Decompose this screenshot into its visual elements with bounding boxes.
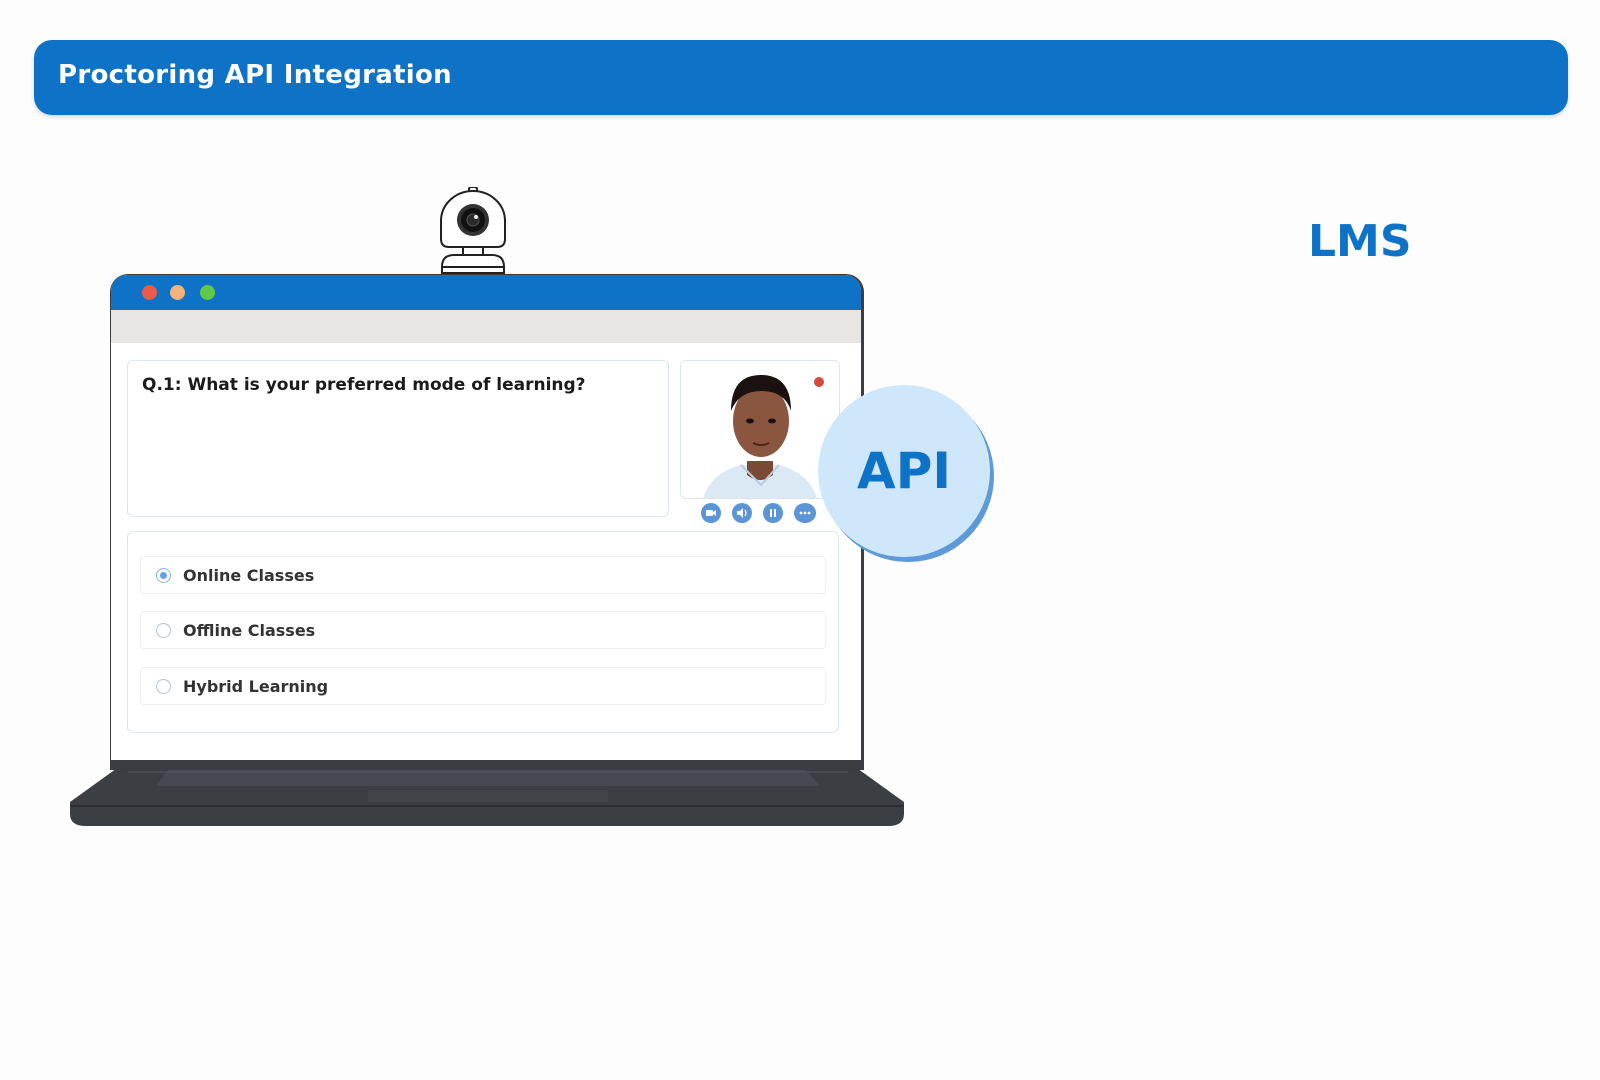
lms-label: LMS <box>1308 216 1412 267</box>
radio-hybrid-learning[interactable] <box>156 679 171 694</box>
option-label: Offline Classes <box>183 621 316 640</box>
page-title: Proctoring API Integration <box>58 60 452 90</box>
close-window-button[interactable] <box>142 285 157 300</box>
speaker-icon[interactable] <box>732 503 752 523</box>
webcam-icon <box>440 187 506 274</box>
option-online-classes[interactable]: Online Classes <box>140 556 826 594</box>
window-titlebar <box>111 275 861 310</box>
question-card: Q.1: What is your preferred mode of lear… <box>127 360 669 517</box>
laptop-base <box>70 766 904 826</box>
radio-offline-classes[interactable] <box>156 623 171 638</box>
radio-online-classes[interactable] <box>156 568 171 583</box>
api-label: API <box>857 442 951 500</box>
api-badge: API <box>816 383 996 563</box>
option-offline-classes[interactable]: Offline Classes <box>140 611 826 649</box>
pause-icon[interactable] <box>763 503 783 523</box>
option-label: Hybrid Learning <box>183 677 329 696</box>
chat-icon[interactable] <box>794 503 816 523</box>
browser-window: Q.1: What is your preferred mode of lear… <box>111 275 861 760</box>
option-hybrid-learning[interactable]: Hybrid Learning <box>140 667 826 705</box>
option-label: Online Classes <box>183 566 315 585</box>
question-text: Q.1: What is your preferred mode of lear… <box>142 375 586 395</box>
maximize-window-button[interactable] <box>200 285 215 300</box>
video-camera-icon[interactable] <box>701 503 721 523</box>
video-controls <box>701 503 831 525</box>
header-banner: Proctoring API Integration <box>34 40 1568 115</box>
minimize-window-button[interactable] <box>170 285 185 300</box>
browser-toolbar <box>111 310 861 343</box>
answer-options: Online Classes Offline Classes Hybrid Le… <box>127 531 839 733</box>
